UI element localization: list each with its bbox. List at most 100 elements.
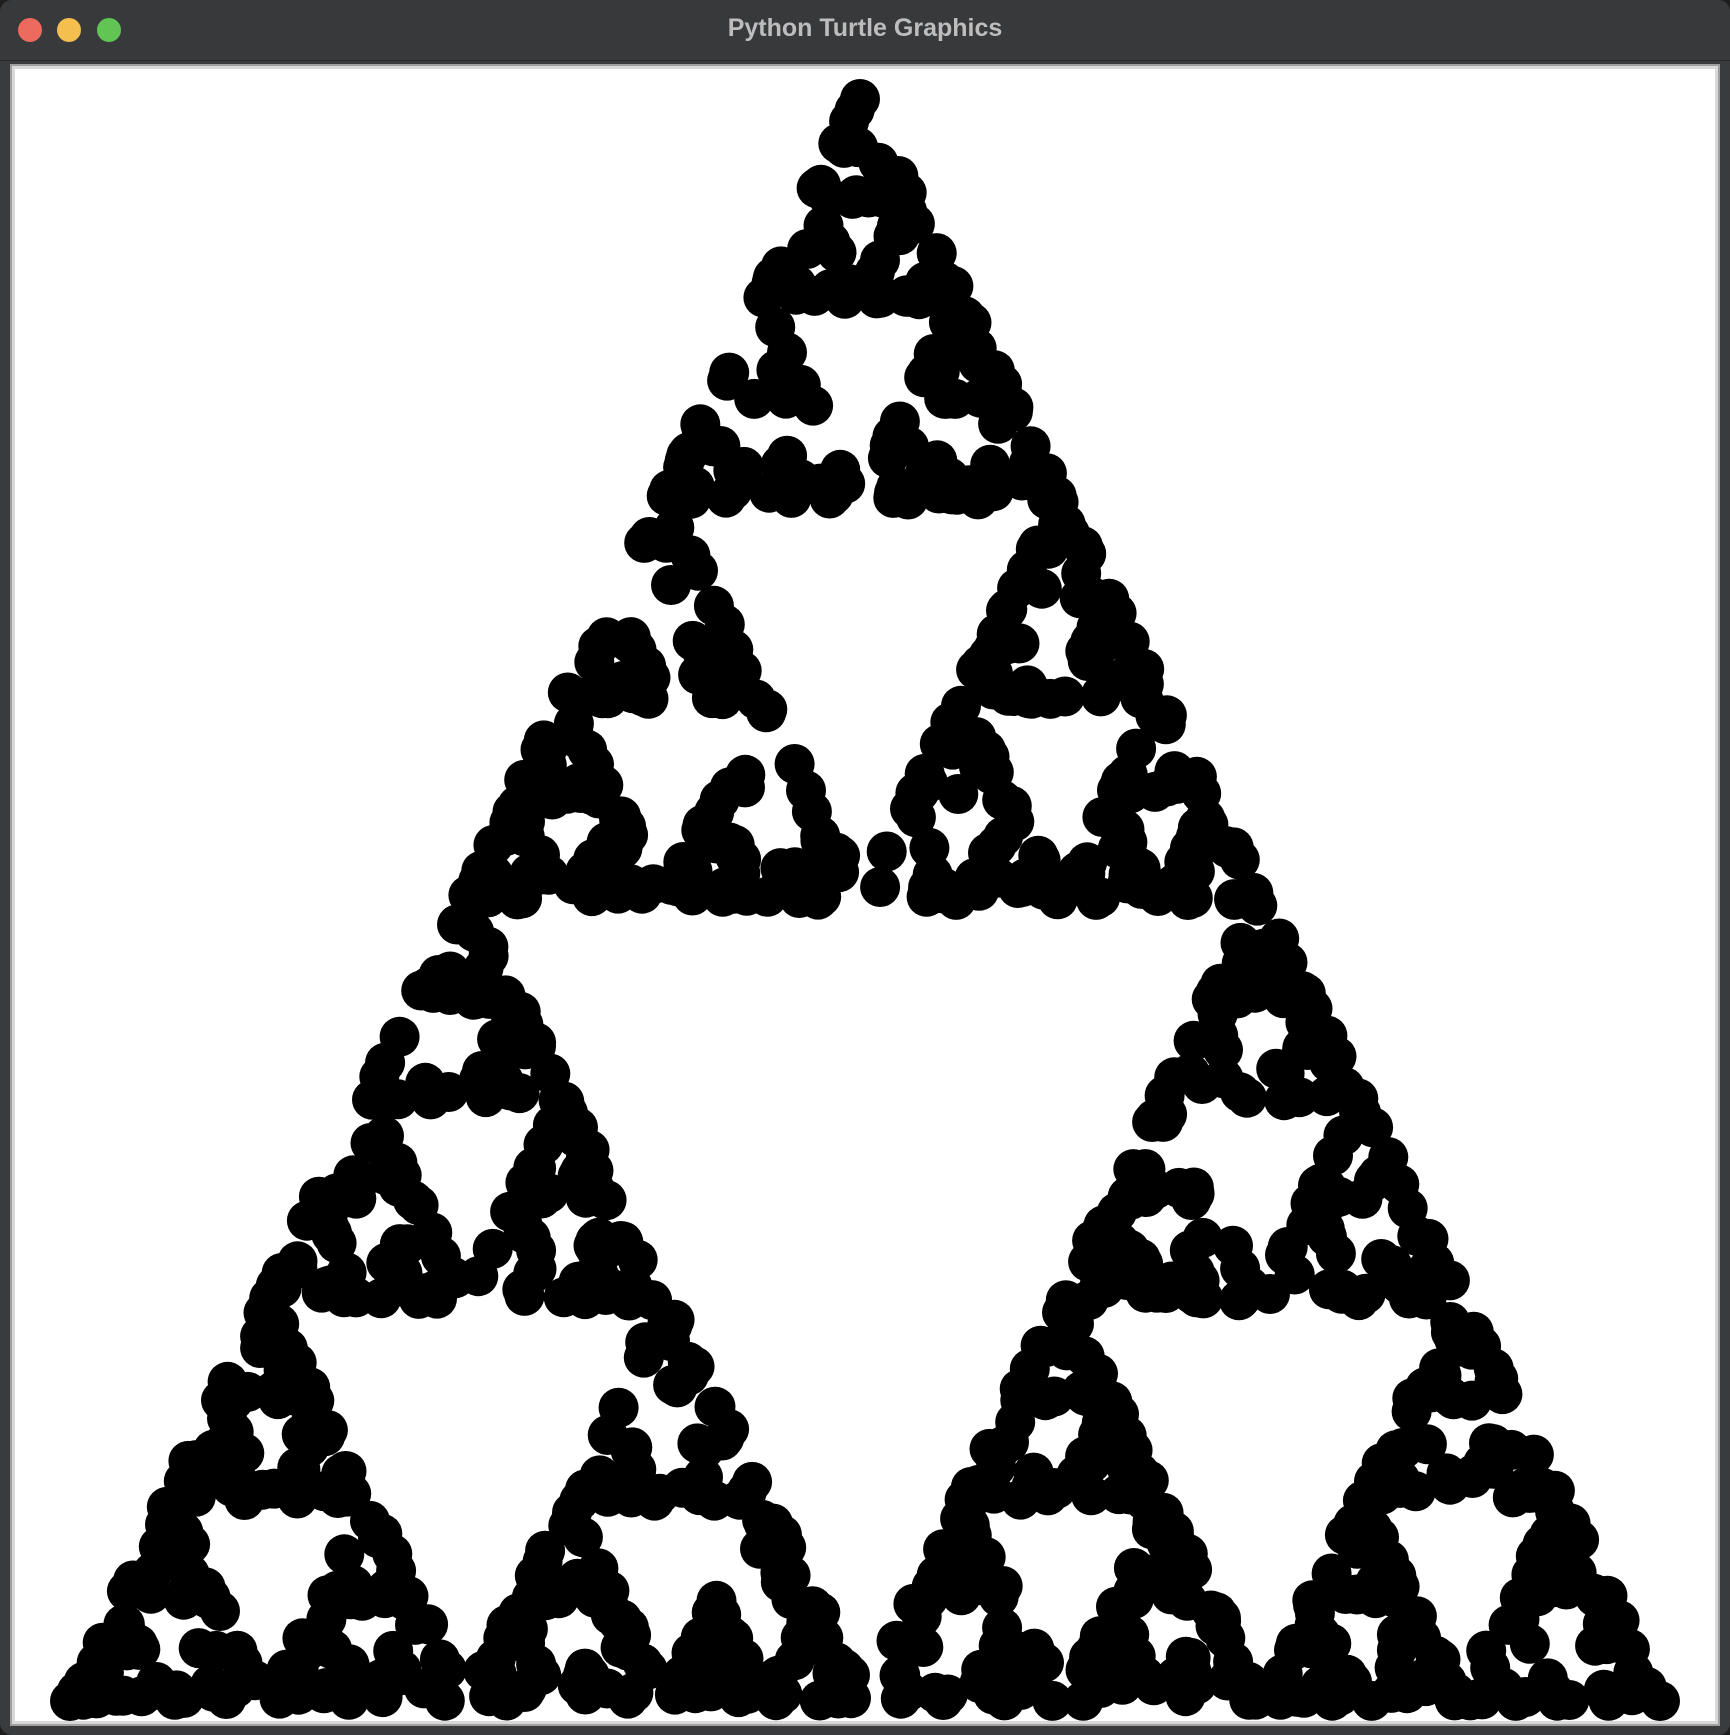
turtle-dot (572, 747, 613, 788)
turtle-dot (1226, 1077, 1267, 1118)
turtle-dot (539, 1578, 579, 1619)
turtle-dot (1032, 1680, 1073, 1721)
turtle-dot (951, 302, 992, 343)
turtle-dot (505, 1162, 546, 1203)
turtle-dot (1097, 770, 1137, 811)
turtle-dot (1132, 1102, 1173, 1142)
turtle-dot (1640, 1681, 1680, 1721)
turtle-dot (633, 864, 674, 905)
turtle-dot (1452, 1380, 1492, 1421)
turtle-dot (838, 127, 879, 168)
turtle-dot (1264, 1080, 1305, 1121)
turtle-dot (1188, 804, 1229, 845)
turtle-dot (207, 1361, 248, 1402)
turtle-dot (799, 1680, 840, 1721)
turtle-dot (1274, 1630, 1314, 1670)
turtle-dot (678, 550, 718, 591)
turtle-dot (1260, 1679, 1301, 1720)
turtle-dot (973, 1674, 1014, 1715)
turtle-dot (365, 1042, 406, 1083)
turtle-dot (1556, 1554, 1597, 1595)
turtle-dot (1198, 1015, 1239, 1056)
turtle-dot (915, 1672, 956, 1713)
turtle-dot (121, 1676, 162, 1717)
turtle-dot (193, 1671, 234, 1712)
turtle-dot (1045, 676, 1085, 717)
turtle-dot (180, 1447, 221, 1488)
turtle-dot (1513, 1434, 1554, 1475)
turtle-dot (1195, 1605, 1236, 1646)
turtle-dot (1104, 809, 1145, 850)
turtle-dot (324, 1277, 364, 1318)
turtle-dot (1106, 662, 1147, 703)
turtle-dot (1023, 869, 1064, 910)
turtle-dot (1154, 751, 1195, 792)
turtle-dot (1274, 1254, 1315, 1295)
turtle-dot (1097, 1399, 1138, 1440)
turtle-dot (587, 1415, 628, 1455)
turtle-dot (654, 478, 695, 519)
turtle-dot (485, 975, 526, 1016)
turtle-dot (459, 1059, 499, 1100)
turtle-dot (430, 951, 471, 992)
turtle-dot (377, 1142, 418, 1183)
turtle-dot (876, 1620, 917, 1661)
turtle-dot (234, 1660, 275, 1701)
turtle-dot (1414, 1242, 1455, 1283)
turtle-dot (888, 479, 929, 520)
turtle-dot (352, 1079, 392, 1120)
turtle-dot (921, 269, 962, 310)
turtle-canvas[interactable] (15, 69, 1715, 1721)
turtle-dot (213, 1411, 254, 1452)
turtle-dot (719, 840, 760, 881)
turtle-dot (504, 1213, 545, 1254)
turtle-dot (573, 1225, 614, 1266)
turtle-dot (362, 1513, 403, 1554)
turtle-dot (385, 1267, 426, 1308)
turtle-dot (1034, 1376, 1075, 1417)
turtle-dot (959, 746, 999, 787)
turtle-dot (1061, 553, 1102, 594)
turtle-dot (803, 205, 844, 246)
turtle-dot (277, 1447, 318, 1488)
turtle-dot (598, 873, 638, 914)
turtle-dot (712, 470, 753, 511)
turtle-dot (725, 767, 765, 808)
turtle-dot (1285, 973, 1326, 1014)
dot-group (50, 79, 1680, 1721)
title-bar[interactable]: Python Turtle Graphics (0, 0, 1730, 61)
turtle-dot (298, 1176, 339, 1217)
turtle-dot (483, 1618, 524, 1659)
turtle-dot (1391, 1391, 1432, 1432)
turtle-dot (1172, 1549, 1213, 1590)
turtle-dot (866, 831, 907, 872)
turtle-dot (1135, 695, 1176, 736)
turtle-dot (969, 1428, 1010, 1469)
turtle-dot (653, 1364, 694, 1405)
turtle-dot (924, 374, 965, 415)
turtle-dot (1155, 1657, 1196, 1697)
turtle-dot (1233, 872, 1274, 913)
turtle-dot (767, 435, 808, 476)
turtle-dot (1126, 1177, 1167, 1217)
turtle-dot (1113, 1571, 1154, 1612)
turtle-dot (115, 1564, 156, 1605)
turtle-dot (751, 1530, 791, 1571)
turtle-dot (1450, 1680, 1491, 1721)
turtle-dot (469, 1676, 510, 1717)
turtle-dot (662, 1655, 702, 1696)
turtle-dot (1036, 475, 1077, 516)
turtle-dot (499, 1073, 540, 1114)
turtle-dot (1322, 1269, 1363, 1310)
turtle-dot (860, 867, 901, 907)
turtle-dot (624, 522, 665, 563)
turtle-dot (709, 352, 750, 393)
turtle-dot (82, 1622, 123, 1663)
turtle-dot (511, 1025, 552, 1066)
turtle-dot (1372, 1245, 1413, 1286)
turtle-dot (496, 802, 537, 843)
turtle-dot (1119, 847, 1160, 888)
turtle-dot (526, 745, 567, 786)
turtle-dot (735, 1660, 776, 1701)
turtle-dot (1473, 1428, 1514, 1469)
